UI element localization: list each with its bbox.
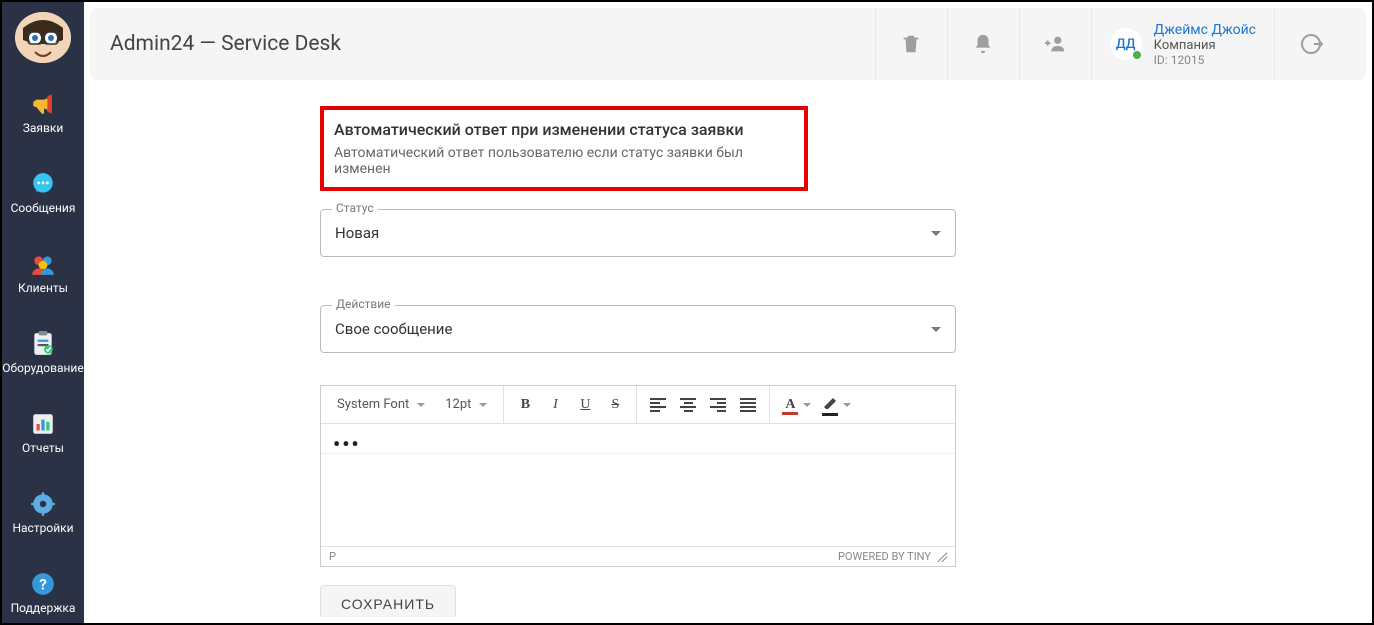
align-left-icon [650, 398, 666, 412]
editor-statusbar: P POWERED BY TINY [321, 546, 955, 566]
sidebar-item-label: Поддержка [2, 601, 84, 615]
status-label: Статус [332, 201, 378, 215]
header: Admin24 — Service Desk ДД Джеймс Джойс К… [90, 8, 1366, 80]
add-user-icon [1043, 33, 1067, 55]
sidebar-item-label: Отчеты [2, 441, 84, 455]
italic-button[interactable]: I [540, 390, 570, 420]
chevron-down-icon [931, 231, 941, 236]
underline-icon: U [580, 397, 590, 413]
bold-icon: B [521, 397, 530, 413]
notifications-button[interactable] [947, 8, 1019, 80]
user-block[interactable]: ДД Джеймс Джойс Компания ID: 12015 [1091, 8, 1274, 80]
strikethrough-button[interactable]: S [600, 390, 630, 420]
svg-text:?: ? [39, 575, 47, 593]
logout-button[interactable] [1274, 8, 1346, 80]
sidebar-item-equipment[interactable]: Оборудование [2, 321, 84, 383]
user-initials: ДД [1110, 28, 1142, 60]
align-left-button[interactable] [643, 390, 673, 420]
sidebar: Заявки Сообщения Клиенты Оборудование От… [2, 2, 84, 623]
resize-handle-icon[interactable] [937, 552, 947, 562]
editor-path: P [329, 550, 336, 563]
sidebar-item-reports[interactable]: Отчеты [2, 401, 84, 463]
highlight-icon [821, 395, 839, 414]
sidebar-item-label: Оборудование [2, 361, 84, 375]
sidebar-item-settings[interactable]: Настройки [2, 481, 84, 543]
action-label: Действие [332, 297, 395, 311]
user-company: Компания [1154, 38, 1256, 53]
align-center-button[interactable] [673, 390, 703, 420]
italic-icon: I [553, 397, 558, 413]
section-subtitle: Автоматический ответ пользователю если с… [334, 145, 794, 177]
action-select[interactable]: Свое сообщение [320, 305, 956, 353]
status-value: Новая [335, 224, 379, 242]
chevron-down-icon [843, 403, 851, 407]
add-user-button[interactable] [1019, 8, 1091, 80]
editor-branding: POWERED BY TINY [838, 550, 931, 563]
sidebar-item-label: Клиенты [2, 281, 84, 295]
sidebar-item-clients[interactable]: Клиенты [2, 241, 84, 303]
align-justify-icon [740, 398, 756, 412]
chevron-down-icon [931, 327, 941, 332]
font-family-select[interactable]: System Font [327, 397, 435, 412]
editor-menu-button[interactable]: ••• [321, 424, 955, 454]
highlight-color-button[interactable] [816, 390, 856, 420]
report-icon [30, 411, 56, 437]
gear-icon [30, 491, 56, 517]
sidebar-item-messages[interactable]: Сообщения [2, 161, 84, 223]
bold-button[interactable]: B [510, 390, 540, 420]
delete-button[interactable] [875, 8, 947, 80]
status-select[interactable]: Новая [320, 209, 956, 257]
editor-content[interactable] [321, 454, 955, 546]
strikethrough-icon: S [612, 397, 620, 413]
section-header-highlight: Автоматический ответ при изменении стату… [320, 106, 808, 191]
rich-text-editor: System Font 12pt B I U S [320, 385, 956, 567]
people-icon [30, 251, 56, 277]
bell-icon [972, 33, 994, 55]
sidebar-item-tickets[interactable]: Заявки [2, 81, 84, 143]
sidebar-item-label: Сообщения [2, 201, 84, 215]
text-color-icon: A [781, 397, 799, 413]
align-center-icon [680, 398, 696, 412]
user-id: ID: 12015 [1154, 53, 1256, 67]
logout-icon [1299, 32, 1323, 56]
avatar-face-icon [15, 12, 71, 63]
underline-button[interactable]: U [570, 390, 600, 420]
section-title: Автоматический ответ при изменении стату… [334, 120, 794, 139]
user-name: Джеймс Джойс [1154, 22, 1256, 38]
font-size-select[interactable]: 12pt [435, 397, 497, 412]
chevron-down-icon [479, 403, 487, 407]
page-title: Admin24 — Service Desk [110, 32, 875, 56]
chat-icon [30, 171, 56, 197]
align-right-button[interactable] [703, 390, 733, 420]
save-button[interactable]: СОХРАНИТЬ [320, 585, 456, 617]
sidebar-item-support[interactable]: ? Поддержка [2, 561, 84, 623]
align-justify-button[interactable] [733, 390, 763, 420]
trash-icon [900, 33, 922, 55]
main-content: Автоматический ответ при изменении стату… [90, 84, 1366, 617]
text-color-button[interactable]: A [776, 390, 816, 420]
clipboard-icon [30, 331, 56, 357]
action-value: Свое сообщение [335, 320, 452, 338]
sidebar-item-label: Заявки [2, 121, 84, 135]
megaphone-icon [30, 91, 56, 117]
editor-toolbar: System Font 12pt B I U S [321, 386, 955, 424]
align-right-icon [710, 398, 726, 412]
chevron-down-icon [803, 403, 811, 407]
sidebar-item-label: Настройки [2, 521, 84, 535]
chevron-down-icon [417, 403, 425, 407]
user-avatar[interactable] [15, 12, 71, 63]
help-icon: ? [30, 571, 56, 597]
